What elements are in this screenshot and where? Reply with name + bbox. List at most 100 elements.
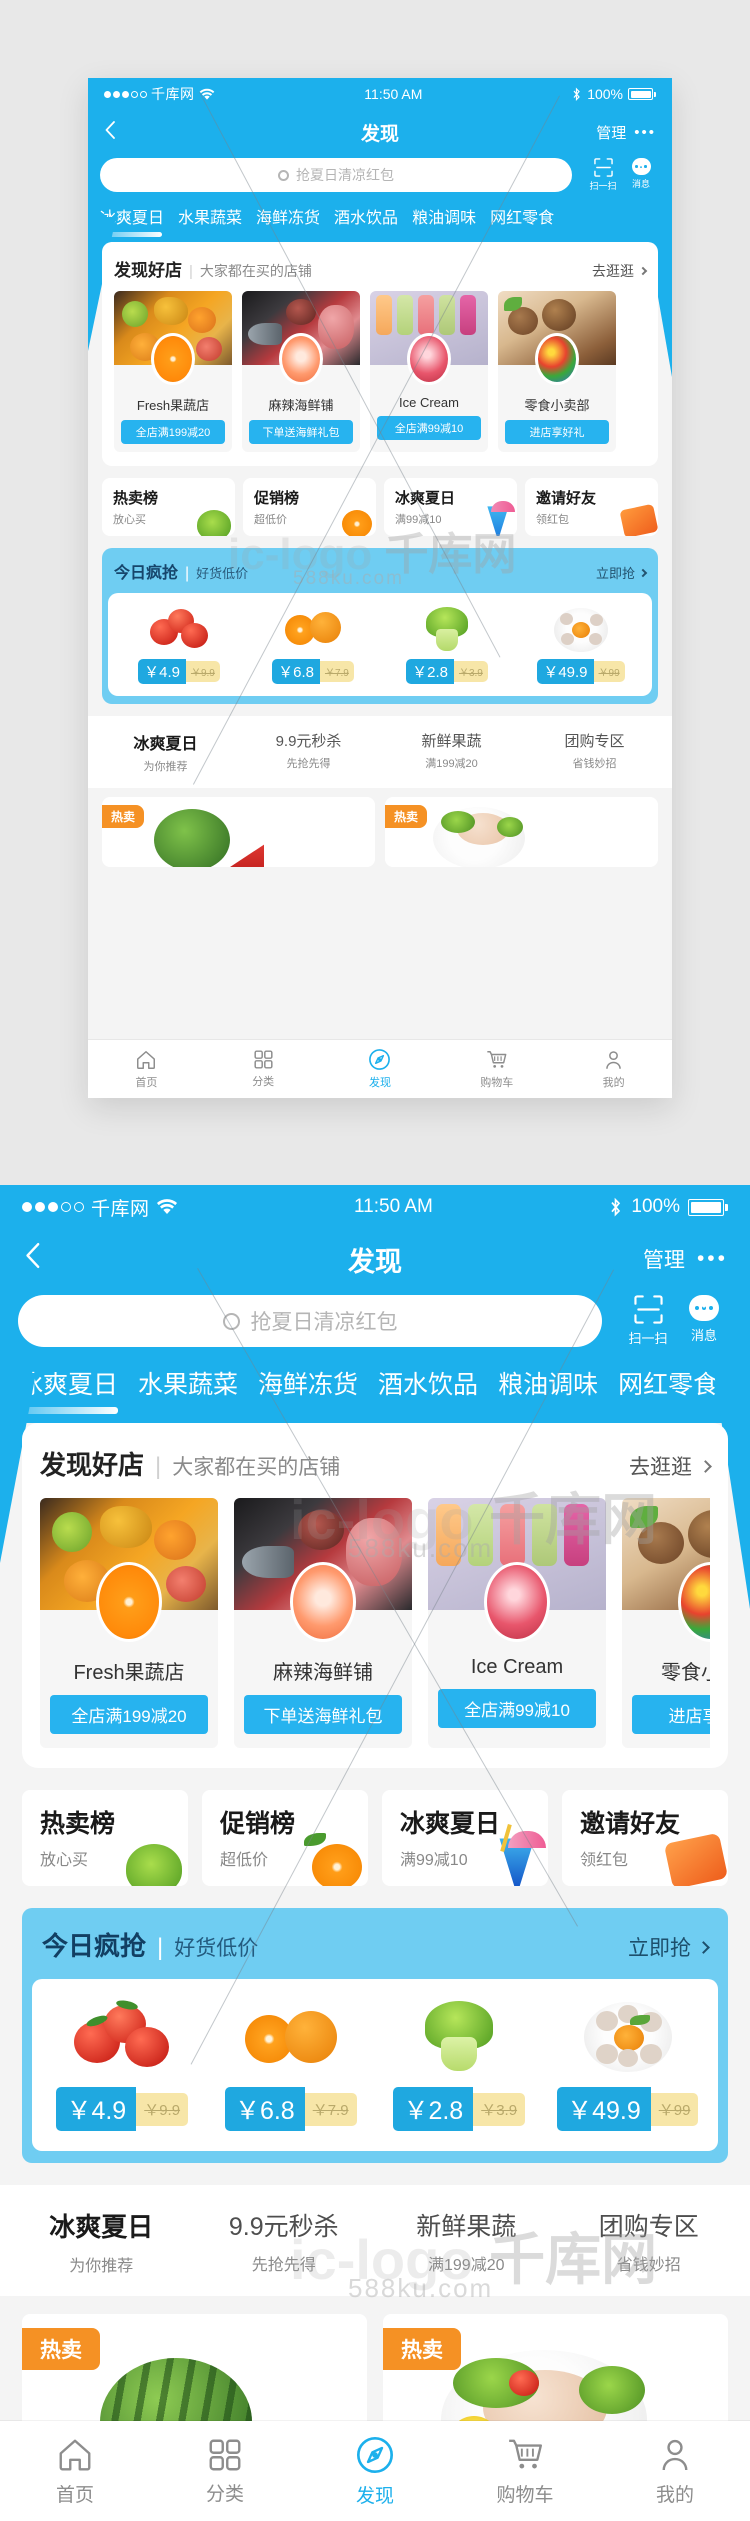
flash-sale-item-0[interactable]: ￥4.9 ￥9.9 — [112, 605, 246, 684]
flash-sale-more-button[interactable]: 立即抢 — [628, 1932, 710, 1962]
chevron-right-icon — [699, 1459, 712, 1473]
tab-category[interactable]: 分类 — [205, 1040, 322, 1098]
entry-subtitle: 省钱妙招 — [572, 758, 617, 770]
current-price: ￥49.9 — [557, 2087, 651, 2131]
tab-discover[interactable]: 发现 — [322, 1040, 439, 1098]
store-card-2[interactable]: Ice Cream 全店满99减10 — [370, 291, 488, 452]
entry-2[interactable]: 新鲜果蔬 满199减20 — [380, 730, 523, 774]
flash-sale-header: 今日疯抢 | 好货低价 立即抢 — [102, 548, 658, 593]
store-card-2[interactable]: Ice Cream 全店满99减10 — [428, 1498, 606, 1748]
store-card-0[interactable]: Fresh果蔬店 全店满199减20 — [40, 1498, 218, 1748]
tab-cart[interactable]: 购物车 — [450, 2421, 600, 2521]
back-button[interactable] — [104, 120, 116, 144]
stores-list[interactable]: Fresh果蔬店 全店满199减20 麻辣海鲜铺 下单送海鲜礼包 Ice Cre… — [114, 291, 646, 452]
entry-subtitle: 先抢先得 — [286, 758, 331, 770]
entry-1[interactable]: 9.9元秒杀 先抢先得 — [193, 2207, 376, 2276]
hot-card-0[interactable]: 热卖 — [102, 797, 375, 867]
entry-3[interactable]: 团购专区 省钱妙招 — [558, 2207, 741, 2276]
hot-card-1[interactable]: 热卖 — [385, 797, 658, 867]
original-price: ￥9.9 — [136, 2092, 189, 2126]
candy-bowl-photo — [535, 333, 579, 385]
search-input[interactable]: 抢夏日清凉红包 — [18, 1295, 602, 1347]
manage-button[interactable]: 管理 — [643, 1244, 685, 1274]
tab-profile[interactable]: 我的 — [555, 1040, 672, 1098]
assorted-fruit-photo — [40, 1498, 218, 1642]
quick-card-2[interactable]: 冰爽夏日 满99减10 — [382, 1790, 548, 1886]
hot-badge: 热卖 — [102, 805, 145, 828]
quick-card-1[interactable]: 促销榜 超低价 — [202, 1790, 368, 1886]
search-tools: 扫一扫 消息 — [584, 158, 660, 192]
wallet-icon — [663, 1832, 728, 1886]
quick-card-title: 促销榜 — [220, 1810, 296, 1838]
search-placeholder: 抢夏日清凉红包 — [250, 1311, 398, 1334]
quick-card-0[interactable]: 热卖榜 放心买 — [22, 1790, 188, 1886]
quick-card-0[interactable]: 热卖榜 放心买 — [102, 478, 235, 536]
more-horizontal-icon[interactable]: ••• — [697, 1247, 728, 1271]
category-tab-4[interactable]: 粮油调味 — [498, 1365, 598, 1401]
flash-sale-item-0[interactable]: ￥4.9 ￥9.9 — [38, 1998, 207, 2131]
quick-card-2[interactable]: 冰爽夏日 满99减10 — [384, 478, 517, 536]
flash-sale-item-2[interactable]: ￥2.8 ￥3.9 — [375, 1999, 544, 2131]
entry-3[interactable]: 团购专区 省钱妙招 — [523, 730, 666, 774]
tab-profile[interactable]: 我的 — [600, 2421, 750, 2521]
scan-button[interactable]: 扫一扫 — [620, 1295, 676, 1347]
bottom-tab-bar: 首页 分类 发现 购物车 我的 — [88, 1040, 672, 1098]
store-card-1[interactable]: 麻辣海鲜铺 下单送海鲜礼包 — [242, 291, 360, 452]
entry-0[interactable]: 冰爽夏日 为你推荐 — [94, 730, 237, 774]
store-card-0[interactable]: Fresh果蔬店 全店满199减20 — [114, 291, 232, 452]
flash-sale-item-3[interactable]: ￥49.9 ￥99 — [544, 1999, 713, 2131]
tab-home[interactable]: 首页 — [88, 1040, 205, 1098]
wallet-icon — [619, 503, 658, 536]
category-label: 水果蔬菜 — [138, 1371, 239, 1399]
manage-button[interactable]: 管理 — [596, 122, 626, 143]
quick-card-3[interactable]: 邀请好友 领红包 — [562, 1790, 728, 1886]
flash-sale-item-1[interactable]: ￥6.8 ￥7.9 — [207, 1999, 376, 2131]
scan-button[interactable]: 扫一扫 — [584, 158, 622, 192]
phone-preview-small: 千库网 11:50 AM 100% 发现 管理 ••• 抢夏日清凉红包 扫一扫 … — [88, 78, 672, 1098]
more-horizontal-icon[interactable]: ••• — [634, 124, 656, 141]
category-tab-2[interactable]: 海鲜冻货 — [258, 1365, 358, 1401]
entry-0[interactable]: 冰爽夏日 为你推荐 — [10, 2207, 193, 2276]
entry-subtitle: 为你推荐 — [143, 761, 188, 773]
store-card-3[interactable]: 零食小卖部 进店享好礼 — [622, 1498, 710, 1748]
category-tab-5[interactable]: 网红零食 — [618, 1365, 718, 1401]
quick-card-3[interactable]: 邀请好友 领红包 — [525, 478, 658, 536]
tab-cart[interactable]: 购物车 — [438, 1040, 555, 1098]
entry-2[interactable]: 新鲜果蔬 满199减20 — [375, 2207, 558, 2276]
category-tab-1[interactable]: 水果蔬菜 — [138, 1365, 238, 1401]
store-card-1[interactable]: 麻辣海鲜铺 下单送海鲜礼包 — [234, 1498, 412, 1748]
message-button[interactable]: 消息 — [676, 1295, 732, 1347]
back-button[interactable] — [24, 1241, 41, 1277]
flash-sale-more-button[interactable]: 立即抢 — [596, 563, 648, 582]
tab-discover[interactable]: 发现 — [300, 2421, 450, 2521]
stores-more-button[interactable]: 去逛逛 — [629, 1451, 712, 1481]
store-card-3[interactable]: 零食小卖部 进店享好礼 — [498, 291, 616, 452]
category-tab-1[interactable]: 水果蔬菜 — [178, 204, 242, 228]
stores-more-button[interactable]: 去逛逛 — [592, 261, 648, 281]
entry-row: 冰爽夏日 为你推荐 9.9元秒杀 先抢先得 新鲜果蔬 满199减20 团购专区 … — [88, 716, 672, 788]
category-label: 海鲜冻货 — [258, 1371, 359, 1399]
status-bar-left: 千库网 — [22, 1194, 178, 1221]
category-tab-3[interactable]: 酒水饮品 — [334, 204, 398, 228]
tab-label: 购物车 — [496, 2484, 554, 2506]
orange-icon — [312, 1844, 362, 1886]
entry-title: 9.9元秒杀 — [228, 2213, 339, 2241]
scan-icon — [593, 158, 613, 177]
entry-row: 冰爽夏日 为你推荐 9.9元秒杀 先抢先得 新鲜果蔬 满199减20 团购专区 … — [0, 2185, 750, 2296]
flash-sale-item-3[interactable]: ￥49.9 ￥99 — [514, 605, 648, 684]
navigation-right: 管理 ••• — [643, 1244, 728, 1274]
popsicles-photo — [370, 291, 488, 385]
quick-card-1[interactable]: 促销榜 超低价 — [243, 478, 376, 536]
message-button[interactable]: 消息 — [622, 158, 660, 192]
category-tab-4[interactable]: 粮油调味 — [412, 204, 476, 228]
tab-home[interactable]: 首页 — [0, 2421, 150, 2521]
entry-1[interactable]: 9.9元秒杀 先抢先得 — [237, 730, 380, 774]
bluetooth-icon — [573, 87, 580, 101]
stores-list[interactable]: Fresh果蔬店 全店满199减20 麻辣海鲜铺 下单送海鲜礼包 Ice Cre… — [40, 1498, 710, 1748]
tab-category[interactable]: 分类 — [150, 2421, 300, 2521]
navigation-bar: 发现 管理 ••• — [88, 110, 672, 154]
category-tab-3[interactable]: 酒水饮品 — [378, 1365, 478, 1401]
hot-badge: 热卖 — [22, 2328, 100, 2370]
search-input[interactable]: 抢夏日清凉红包 — [100, 158, 572, 192]
person-icon — [662, 2439, 688, 2470]
